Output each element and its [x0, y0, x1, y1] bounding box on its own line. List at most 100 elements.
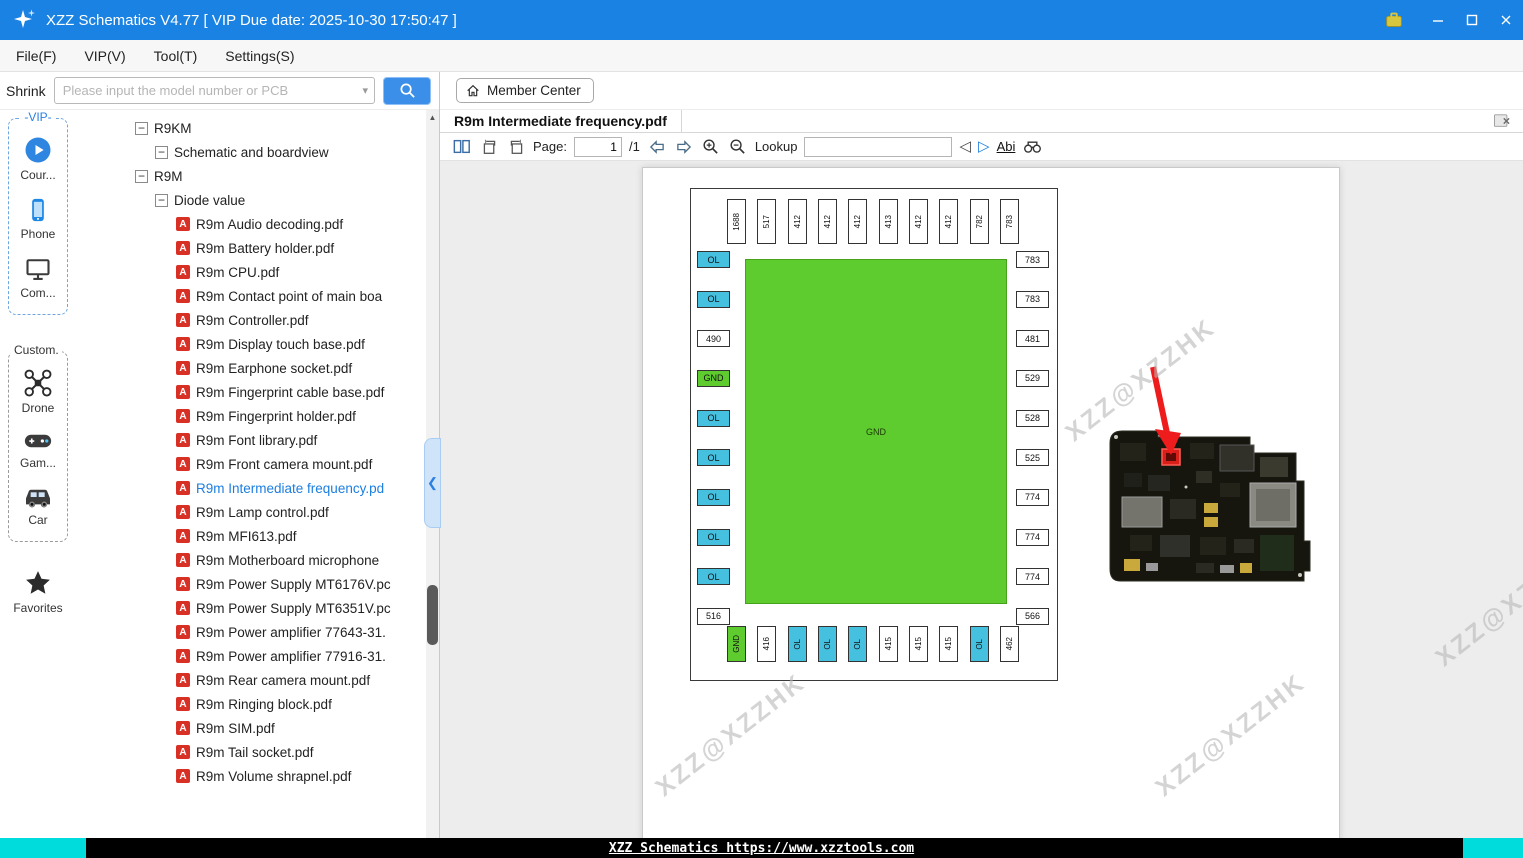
member-center-button[interactable]: Member Center	[456, 78, 594, 103]
diode-value-cell: GND	[697, 369, 730, 387]
tree-item[interactable]: R9m Rear camera mount.pdf	[75, 668, 439, 692]
tree-item-label: R9m Audio decoding.pdf	[196, 216, 344, 232]
file-type-icon	[176, 601, 190, 615]
tree-item[interactable]: R9m MFI613.pdf	[75, 524, 439, 548]
tree-item-label: Diode value	[174, 192, 246, 208]
find-previous-icon[interactable]: ◁	[959, 139, 971, 154]
zoom-in-icon[interactable]	[701, 137, 721, 157]
model-search-combobox[interactable]: ▾	[53, 77, 375, 104]
vip-box-icon[interactable]	[1377, 0, 1411, 40]
scrollbar-thumb[interactable]	[427, 585, 438, 645]
diagram-left-column: OL OL 490 GND OL OL OL OL OL 516	[697, 251, 730, 625]
tree-item[interactable]: R9m Power Supply MT6176V.pc	[75, 572, 439, 596]
sidebar-item-computer[interactable]: Com...	[20, 255, 56, 300]
model-search-bar: Shrink ▾	[0, 72, 439, 110]
search-button[interactable]	[383, 76, 431, 105]
tree-item[interactable]: R9m Motherboard microphone	[75, 548, 439, 572]
scroll-up-arrow-icon[interactable]: ▲	[426, 110, 439, 124]
tree-item[interactable]: R9KM	[75, 116, 439, 140]
diode-value-cell: OL	[697, 568, 730, 586]
tree-item[interactable]: R9m Font library.pdf	[75, 428, 439, 452]
member-center-row: Member Center	[440, 72, 1523, 110]
tree-item[interactable]: R9m SIM.pdf	[75, 716, 439, 740]
page-total-label: /1	[628, 139, 640, 154]
play-circle-icon	[23, 135, 53, 165]
diode-value-cell: 415	[878, 626, 898, 662]
find-next-icon[interactable]: ▷	[978, 139, 990, 154]
page-number-input[interactable]	[573, 136, 622, 157]
tree-item[interactable]: R9m Intermediate frequency.pd	[75, 476, 439, 500]
tree-item[interactable]: R9m Controller.pdf	[75, 308, 439, 332]
vip-sidebar: -VIP- Cour... Phone Com... Custom. Drone…	[0, 110, 75, 838]
tree-item[interactable]: R9m CPU.pdf	[75, 260, 439, 284]
tree-item[interactable]: R9M	[75, 164, 439, 188]
shrink-button[interactable]: Shrink	[6, 83, 46, 99]
document-tab-title: R9m Intermediate frequency.pdf	[454, 113, 667, 129]
diode-value-cell: OL	[697, 488, 730, 506]
zoom-out-icon[interactable]	[728, 137, 748, 157]
tree-item-label: R9m Lamp control.pdf	[196, 504, 329, 520]
two-page-view-icon[interactable]	[452, 137, 472, 157]
tree-item[interactable]: R9m Lamp control.pdf	[75, 500, 439, 524]
tree-item[interactable]: R9m Power Supply MT6351V.pc	[75, 596, 439, 620]
collapse-panel-handle[interactable]: ❮	[424, 438, 441, 528]
file-type-icon	[176, 241, 190, 255]
expander-minus-icon[interactable]	[135, 121, 148, 135]
file-type-icon	[176, 577, 190, 591]
tree-item[interactable]: R9m Audio decoding.pdf	[75, 212, 439, 236]
tree-item[interactable]: R9m Display touch base.pdf	[75, 332, 439, 356]
diode-value-cell: 1688	[727, 199, 746, 244]
tree-item-label: R9m Power amplifier 77643-31.	[196, 624, 386, 640]
chevron-down-icon[interactable]: ▾	[360, 84, 370, 97]
diode-value-cell: 416	[757, 626, 777, 662]
tree-item[interactable]: R9m Ringing block.pdf	[75, 692, 439, 716]
rotate-left-icon[interactable]	[479, 137, 499, 157]
menu-item[interactable]: File(F)	[16, 48, 56, 64]
previous-page-icon[interactable]	[647, 137, 667, 157]
sidebar-item-phone[interactable]: Phone	[21, 196, 55, 241]
binoculars-icon[interactable]	[1022, 137, 1042, 157]
tree-item[interactable]: R9m Power amplifier 77916-31.	[75, 644, 439, 668]
tree-item[interactable]: R9m Contact point of main boa	[75, 284, 439, 308]
model-search-input[interactable]	[62, 83, 361, 98]
tree-item[interactable]: R9m Fingerprint holder.pdf	[75, 404, 439, 428]
sidebar-item-drone[interactable]: Drone	[22, 368, 54, 415]
lookup-input[interactable]	[804, 136, 953, 157]
tree-item[interactable]: Schematic and boardview	[75, 140, 439, 164]
pdf-viewport[interactable]: 1688 517 412 412 412 413 412 412 782 783…	[440, 161, 1523, 838]
tree-item[interactable]: R9m Tail socket.pdf	[75, 740, 439, 764]
sidebar-item-game[interactable]: Gam...	[20, 429, 56, 470]
diode-value-cell: 774	[1016, 568, 1049, 586]
tree-item[interactable]: R9m Fingerprint cable base.pdf	[75, 380, 439, 404]
tree-item[interactable]: R9m Earphone socket.pdf	[75, 356, 439, 380]
custom-group: Custom. Drone Gam... Car	[8, 343, 68, 542]
file-type-icon	[176, 745, 190, 759]
status-link[interactable]: XZZ Schematics https://www.xzztools.com	[0, 841, 1523, 856]
sidebar-item-car[interactable]: Car	[22, 484, 54, 527]
tree-item[interactable]: R9m Front camera mount.pdf	[75, 452, 439, 476]
close-document-icon[interactable]	[1491, 112, 1513, 130]
minimize-button[interactable]	[1421, 0, 1455, 40]
menubar: File(F) VIP(V) Tool(T) Settings(S)	[0, 40, 1523, 72]
tree-item[interactable]: Diode value	[75, 188, 439, 212]
rotate-right-icon[interactable]	[506, 137, 526, 157]
expander-minus-icon[interactable]	[155, 193, 168, 207]
sidebar-item-course[interactable]: Cour...	[20, 135, 56, 182]
next-page-icon[interactable]	[674, 137, 694, 157]
menu-item[interactable]: Tool(T)	[154, 48, 198, 64]
expander-minus-icon[interactable]	[135, 169, 148, 183]
sidebar-item-favorites[interactable]: Favorites	[13, 568, 63, 615]
gamepad-icon	[23, 429, 53, 453]
tree-item[interactable]: R9m Battery holder.pdf	[75, 236, 439, 260]
member-center-label: Member Center	[487, 83, 581, 98]
document-tab[interactable]: R9m Intermediate frequency.pdf	[440, 110, 682, 132]
close-button[interactable]	[1489, 0, 1523, 40]
maximize-button[interactable]	[1455, 0, 1489, 40]
menu-item[interactable]: Settings(S)	[225, 48, 294, 64]
menu-item[interactable]: VIP(V)	[84, 48, 125, 64]
tree-item[interactable]: R9m Power amplifier 77643-31.	[75, 620, 439, 644]
expander-minus-icon[interactable]	[155, 145, 168, 159]
tree-item[interactable]: R9m Volume shrapnel.pdf	[75, 764, 439, 788]
match-case-control[interactable]: Abi	[997, 139, 1016, 154]
diode-value-cell: 783	[1016, 251, 1049, 268]
